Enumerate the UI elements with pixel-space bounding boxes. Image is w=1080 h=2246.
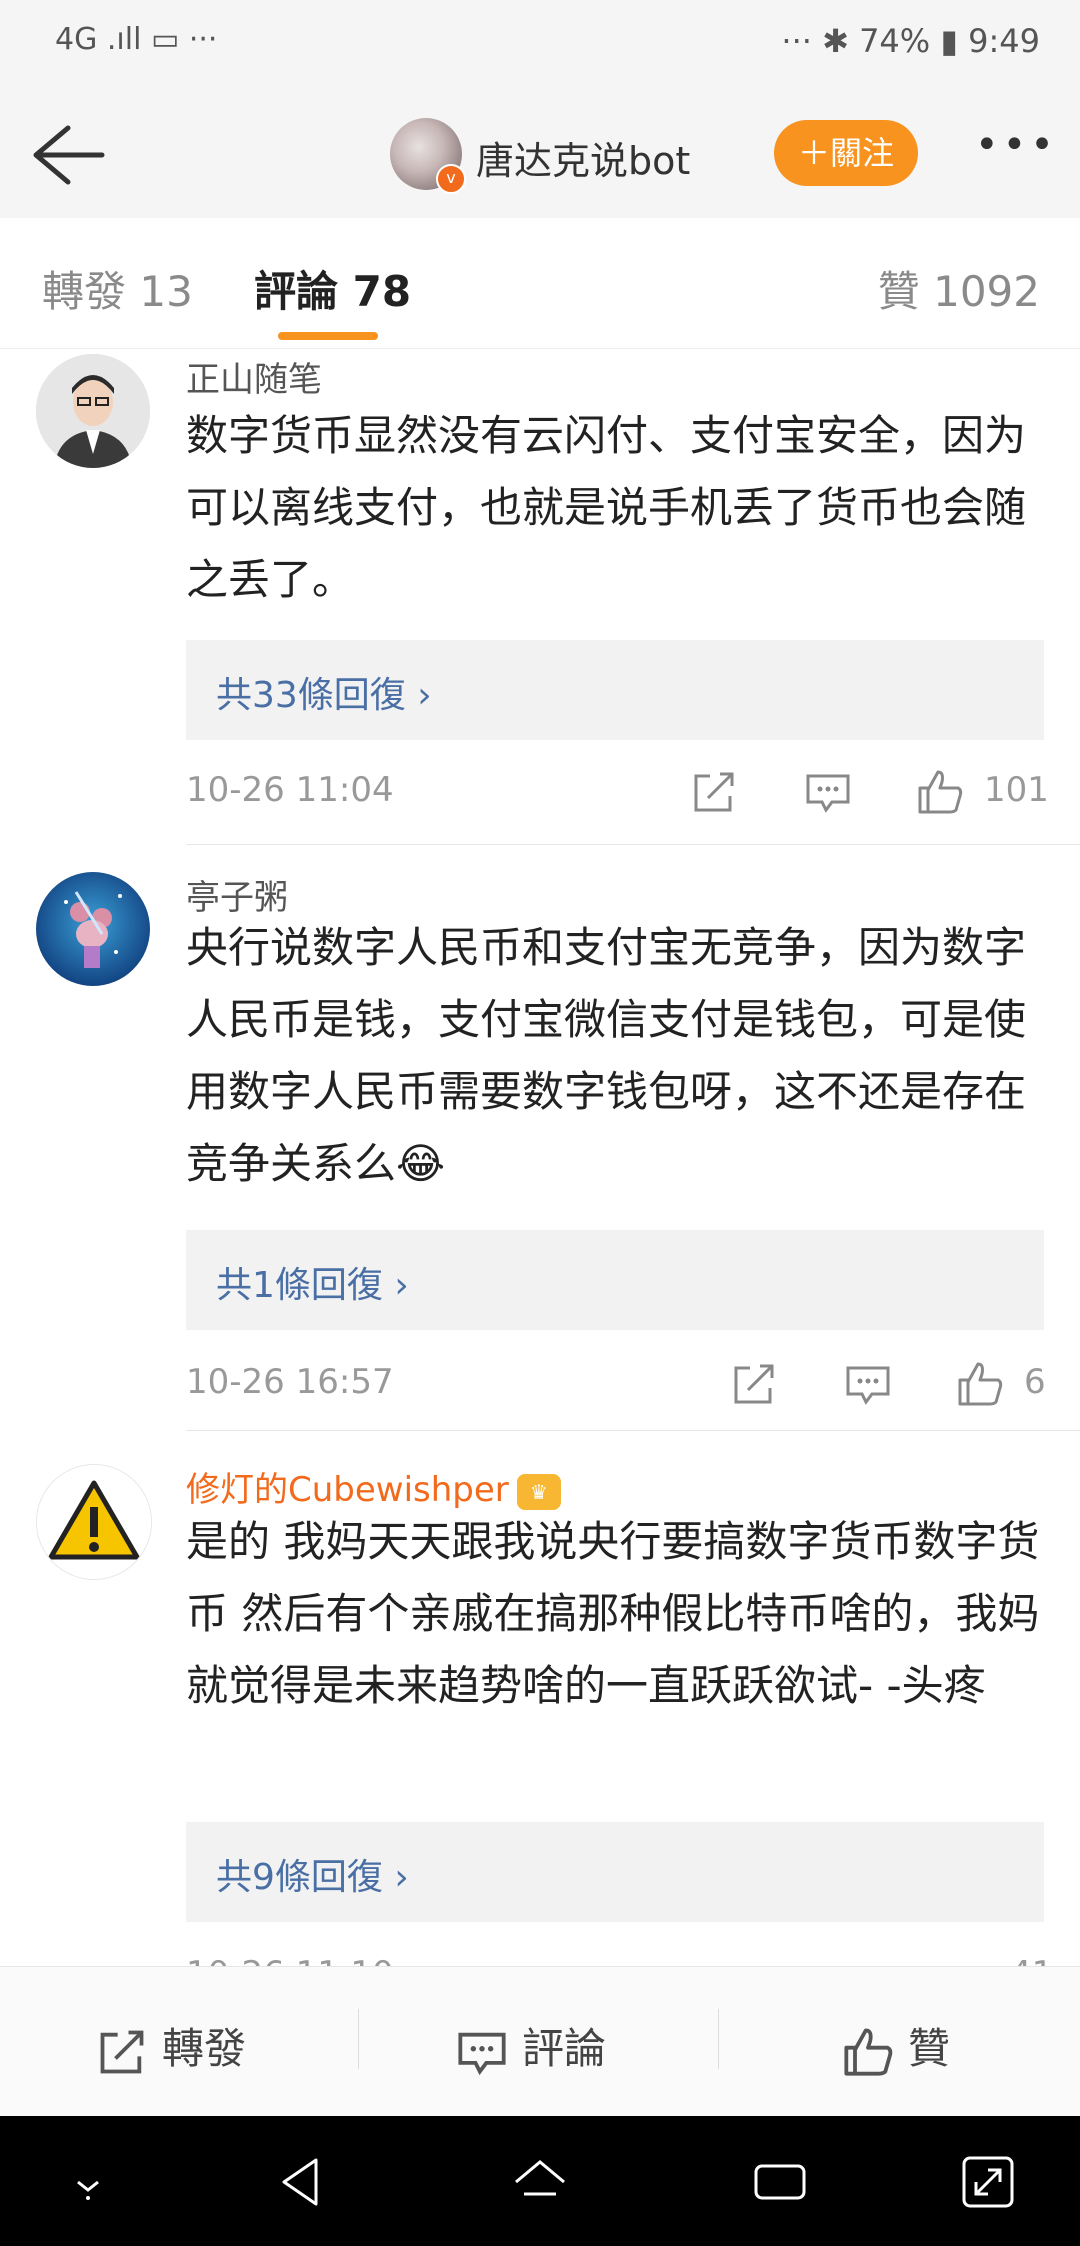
verified-badge-icon: v [436,164,466,194]
active-tab-indicator [278,332,378,340]
recent-apps-icon[interactable] [750,2152,810,2212]
view-replies-button[interactable]: 共9條回復 › [186,1822,1044,1922]
comment-icon[interactable] [844,1360,892,1408]
home-icon[interactable] [510,2152,570,2212]
crown-badge-icon: ♛ [516,1473,561,1510]
like-icon[interactable] [916,768,964,816]
back-button[interactable] [28,120,108,190]
arrow-left-icon [33,125,105,185]
more-options-button[interactable]: ••• [975,122,1055,182]
comment-text: 数字货币显然没有云闪付、支付宝安全，因为可以离线支付，也就是说手机丢了货币也会随… [186,411,1027,604]
view-replies-button[interactable]: 共33條回復 › [186,640,1044,740]
comment-time: 10-26 11:04 [186,770,394,810]
commenter-name-text: 修灯的Cubewishper [186,1470,509,1510]
person-avatar-icon [36,354,150,468]
warning-avatar-icon [37,1465,151,1579]
share-icon[interactable] [730,1360,778,1408]
comment-icon [458,2032,506,2075]
replies-label: 共9條回復 › [216,1857,409,1898]
comment-time: 10-26 16:57 [186,1362,394,1402]
divider [358,2009,359,2069]
tab-likes[interactable]: 贊 1092 [878,258,1040,319]
tab-repost[interactable]: 轉發 13 [42,258,193,319]
comment-text: 央行说数字人民币和支付宝无竞争，因为数字人民币是钱，支付宝微信支付是钱包，可是使… [186,923,1027,1188]
chevron-down-icon[interactable] [58,2152,118,2212]
author-avatar[interactable]: v [390,118,466,194]
tab-comments[interactable]: 評論 78 [254,258,411,319]
like-count: 101 [984,770,1049,810]
system-nav-bar [0,2116,1080,2246]
replies-label: 共33條回復 › [216,675,432,716]
commenter-name[interactable]: 修灯的Cubewishper ♛ [186,1462,561,1511]
comment-button[interactable]: 評論 [456,2015,606,2078]
like-count: 6 [1024,1362,1046,1402]
commenter-name[interactable]: 正山随笔 [186,352,322,401]
commenter-avatar[interactable] [36,1464,152,1580]
repost-button[interactable]: 轉發 [96,2015,246,2078]
expand-icon[interactable] [958,2152,1018,2212]
comment-text: 是的 我妈天天跟我说央行要搞数字货币数字货币 然后有个亲戚在搞那种假比特币啥的，… [186,1517,1040,1710]
follow-button[interactable]: ＋關注 [774,120,918,186]
author-name[interactable]: 唐达克说bot [476,130,690,185]
commenter-avatar[interactable] [36,872,150,986]
back-triangle-icon[interactable] [272,2152,332,2212]
status-left: 4G .ıll ▭ ··· [55,22,218,57]
like-icon [844,2027,893,2076]
bottom-action-bar: 轉發 評論 贊 [0,1966,1080,2117]
status-bar: 4G .ıll ▭ ··· ··· ✱ 74% ▮ 9:49 [0,0,1080,90]
cartoon-mouse-avatar-icon [36,872,150,986]
comment-item: 亭子粥 央行说数字人民币和支付宝无竞争，因为数字人民币是钱，支付宝微信支付是钱包… [0,870,1080,1431]
comment-item: 修灯的Cubewishper ♛ 是的 我妈天天跟我说央行要搞数字货币数字货币 然… [0,1462,1080,1994]
commenter-avatar[interactable] [36,354,150,468]
view-replies-button[interactable]: 共1條回復 › [186,1230,1044,1330]
top-header: v 唐达克说bot ＋關注 ••• [0,90,1080,219]
status-right: ··· ✱ 74% ▮ 9:49 [781,22,1040,60]
divider [718,2009,719,2069]
like-button[interactable]: 贊 [842,2015,950,2078]
share-icon [100,2030,144,2073]
tab-bar: 轉發 13 評論 78 贊 1092 [0,218,1080,349]
divider [186,1430,1080,1431]
comment-item: 正山随笔 数字货币显然没有云闪付、支付宝安全，因为可以离线支付，也就是说手机丢了… [0,350,1080,845]
like-icon[interactable] [956,1360,1004,1408]
comment-icon[interactable] [804,768,852,816]
comment-label: 評論 [522,2024,607,2073]
divider [186,844,1080,845]
share-icon[interactable] [690,768,738,816]
repost-label: 轉發 [162,2024,247,2073]
replies-label: 共1條回復 › [216,1265,409,1306]
like-label: 贊 [908,2024,951,2073]
